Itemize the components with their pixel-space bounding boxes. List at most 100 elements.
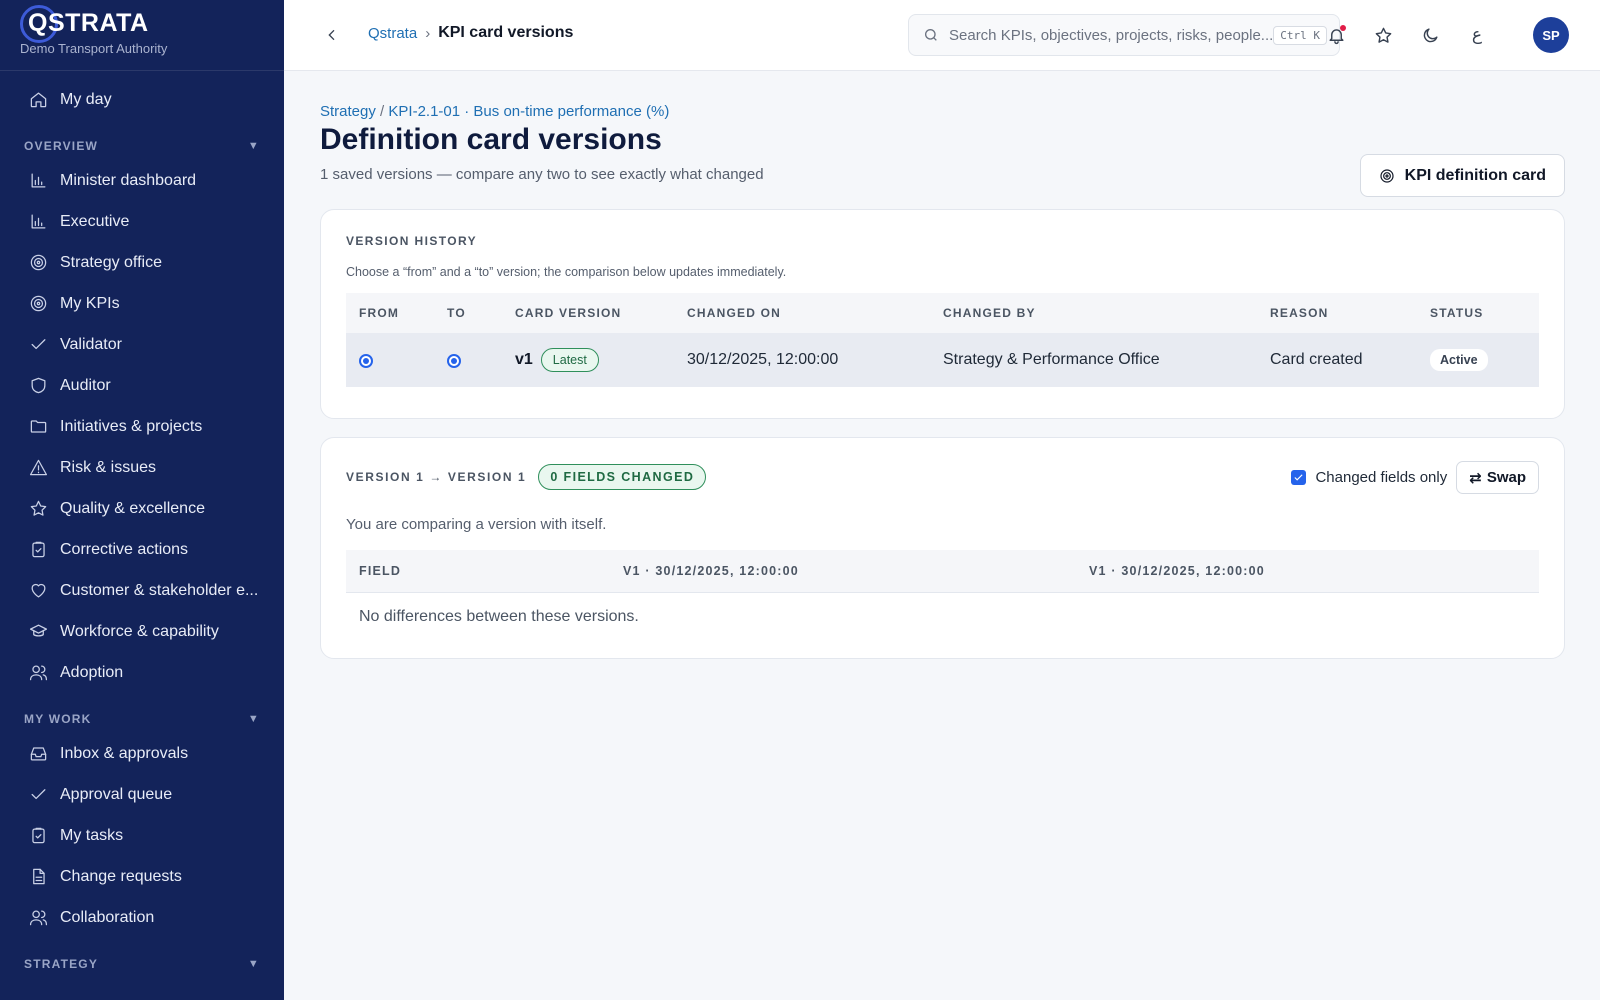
topbar: Qstrata › KPI card versions Ctrl K ع SP bbox=[284, 0, 1600, 71]
sidebar-item-label: My KPIs bbox=[60, 294, 120, 312]
breadcrumb-root-link[interactable]: Qstrata bbox=[368, 25, 417, 42]
sidebar-item-risk-issues[interactable]: Risk & issues bbox=[0, 447, 284, 488]
sidebar-item-label: Executive bbox=[60, 212, 130, 230]
sidebar-item-inbox-approvals[interactable]: Inbox & approvals bbox=[0, 733, 284, 774]
comparison-note: You are comparing a version with itself. bbox=[346, 516, 607, 533]
reason-cell: Card created bbox=[1257, 333, 1417, 387]
changed-on-cell: 30/12/2025, 12:00:00 bbox=[674, 333, 930, 387]
kpi-definition-card-button[interactable]: KPI definition card bbox=[1359, 154, 1565, 197]
comparison-card: VERSION 1 → VERSION 1 0 FIELDS CHANGED C… bbox=[320, 437, 1565, 659]
table-row[interactable]: v1 Latest 30/12/2025, 12:00:00 Strategy &… bbox=[346, 333, 1539, 387]
sidebar-item-executive[interactable]: Executive bbox=[0, 201, 284, 242]
column-header: V1 · 30/12/2025, 12:00:00 bbox=[1076, 550, 1539, 593]
column-header: V1 · 30/12/2025, 12:00:00 bbox=[610, 550, 1076, 593]
column-header: FROM bbox=[346, 293, 434, 333]
sidebar-item-initiatives-projects[interactable]: Initiatives & projects bbox=[0, 406, 284, 447]
favorites-button[interactable] bbox=[1372, 24, 1394, 46]
sidebar-item-quality-excellence[interactable]: Quality & excellence bbox=[0, 488, 284, 529]
logo[interactable]: QSTRATA bbox=[20, 5, 149, 43]
sidebar-item-label: Approval queue bbox=[60, 785, 173, 803]
button-label: KPI definition card bbox=[1404, 166, 1546, 184]
topbar-breadcrumb: Qstrata › KPI card versions bbox=[368, 24, 573, 42]
users-icon bbox=[28, 663, 48, 683]
version-history-card: VERSION HISTORY Choose a “from” and a “t… bbox=[320, 209, 1565, 419]
section-my-work[interactable]: MY WORK ▼ bbox=[0, 693, 284, 733]
column-header: FIELD bbox=[346, 550, 610, 593]
star-icon bbox=[1375, 27, 1391, 43]
table-header-row: FROM TO CARD VERSION CHANGED ON CHANGED … bbox=[346, 293, 1539, 333]
star-icon bbox=[28, 499, 48, 519]
changed-only-checkbox[interactable] bbox=[1291, 470, 1307, 485]
target-icon bbox=[1380, 168, 1394, 183]
swap-button[interactable]: ⇄ Swap bbox=[1456, 461, 1539, 494]
sidebar-item-my-tasks[interactable]: My tasks bbox=[0, 815, 284, 856]
sidebar-item-collaboration[interactable]: Collaboration bbox=[0, 897, 284, 938]
version-history-table: FROM TO CARD VERSION CHANGED ON CHANGED … bbox=[346, 293, 1539, 387]
chevron-down-icon[interactable]: ▼ bbox=[248, 958, 260, 970]
bar-chart-icon bbox=[28, 212, 48, 232]
from-radio[interactable] bbox=[359, 354, 373, 368]
brand: QSTRATA Demo Transport Authority bbox=[0, 0, 284, 71]
breadcrumb-separator: › bbox=[425, 24, 431, 42]
clipboard-check-icon bbox=[28, 826, 48, 846]
shield-icon bbox=[28, 376, 48, 396]
target-icon bbox=[28, 253, 48, 273]
sidebar-item-adoption[interactable]: Adoption bbox=[0, 652, 284, 693]
section-title: STRATEGY bbox=[24, 957, 99, 971]
breadcrumb-separator: / bbox=[380, 103, 385, 120]
users-icon bbox=[28, 908, 48, 928]
changed-only-label[interactable]: Changed fields only bbox=[1315, 469, 1447, 486]
sidebar-item-my-day[interactable]: My day bbox=[0, 79, 284, 120]
notification-dot bbox=[1340, 25, 1346, 31]
section-strategy[interactable]: STRATEGY ▼ bbox=[0, 938, 284, 978]
sidebar-item-validator[interactable]: Validator bbox=[0, 324, 284, 365]
graduation-cap-icon bbox=[28, 622, 48, 642]
swap-arrows-icon: ⇄ bbox=[1469, 469, 1482, 487]
sidebar-item-corrective-actions[interactable]: Corrective actions bbox=[0, 529, 284, 570]
checkmark-icon bbox=[1294, 474, 1304, 481]
clipboard-check-icon bbox=[28, 540, 48, 560]
empty-state-message: No differences between these versions. bbox=[359, 608, 639, 626]
user-avatar[interactable]: SP bbox=[1533, 17, 1569, 53]
target-icon bbox=[28, 294, 48, 314]
back-button[interactable] bbox=[322, 25, 342, 45]
sidebar-item-minister-dashboard[interactable]: Minister dashboard bbox=[0, 160, 284, 201]
global-search[interactable]: Ctrl K bbox=[908, 14, 1340, 56]
sidebar-item-label: Strategy office bbox=[60, 253, 162, 271]
sidebar-item-my-kpis[interactable]: My KPIs bbox=[0, 283, 284, 324]
chevron-down-icon[interactable]: ▼ bbox=[248, 713, 260, 725]
breadcrumb-kpi-link[interactable]: KPI-2.1-01 · Bus on-time performance (%) bbox=[388, 103, 669, 120]
status-badge: Active bbox=[1430, 349, 1488, 371]
sidebar-item-label: Collaboration bbox=[60, 908, 155, 926]
breadcrumb-strategy-link[interactable]: Strategy bbox=[320, 103, 376, 120]
column-header: STATUS bbox=[1417, 293, 1539, 333]
section-title: OVERVIEW bbox=[24, 139, 99, 153]
sidebar-item-auditor[interactable]: Auditor bbox=[0, 365, 284, 406]
search-input[interactable] bbox=[949, 26, 1274, 44]
check-icon bbox=[28, 785, 48, 805]
to-cell bbox=[434, 333, 502, 387]
moon-icon bbox=[1423, 27, 1438, 42]
button-label: Swap bbox=[1486, 469, 1526, 486]
language-toggle-button[interactable]: ع bbox=[1466, 24, 1488, 46]
comparison-controls: Changed fields only ⇄ Swap bbox=[1291, 461, 1539, 494]
to-radio[interactable] bbox=[447, 354, 461, 368]
version-name: v1 bbox=[515, 351, 533, 369]
chevron-down-icon[interactable]: ▼ bbox=[248, 140, 260, 152]
sidebar-item-label: Quality & excellence bbox=[60, 499, 205, 517]
home-icon bbox=[28, 90, 48, 110]
section-overview[interactable]: OVERVIEW ▼ bbox=[0, 120, 284, 160]
sidebar-item-change-requests[interactable]: Change requests bbox=[0, 856, 284, 897]
sidebar-item-label: Minister dashboard bbox=[60, 171, 197, 189]
sidebar-item-approval-queue[interactable]: Approval queue bbox=[0, 774, 284, 815]
sidebar-item-customer-stakeholder[interactable]: Customer & stakeholder e... bbox=[0, 570, 284, 611]
sidebar-item-label: Initiatives & projects bbox=[60, 417, 203, 435]
sidebar-item-workforce-capability[interactable]: Workforce & capability bbox=[0, 611, 284, 652]
latest-badge: Latest bbox=[540, 348, 599, 372]
column-header: CARD VERSION bbox=[502, 293, 674, 333]
section-title: MY WORK bbox=[24, 712, 92, 726]
theme-toggle-button[interactable] bbox=[1419, 24, 1441, 46]
notifications-button[interactable] bbox=[1325, 24, 1347, 46]
sidebar-item-strategy-office[interactable]: Strategy office bbox=[0, 242, 284, 283]
document-icon bbox=[28, 867, 48, 887]
